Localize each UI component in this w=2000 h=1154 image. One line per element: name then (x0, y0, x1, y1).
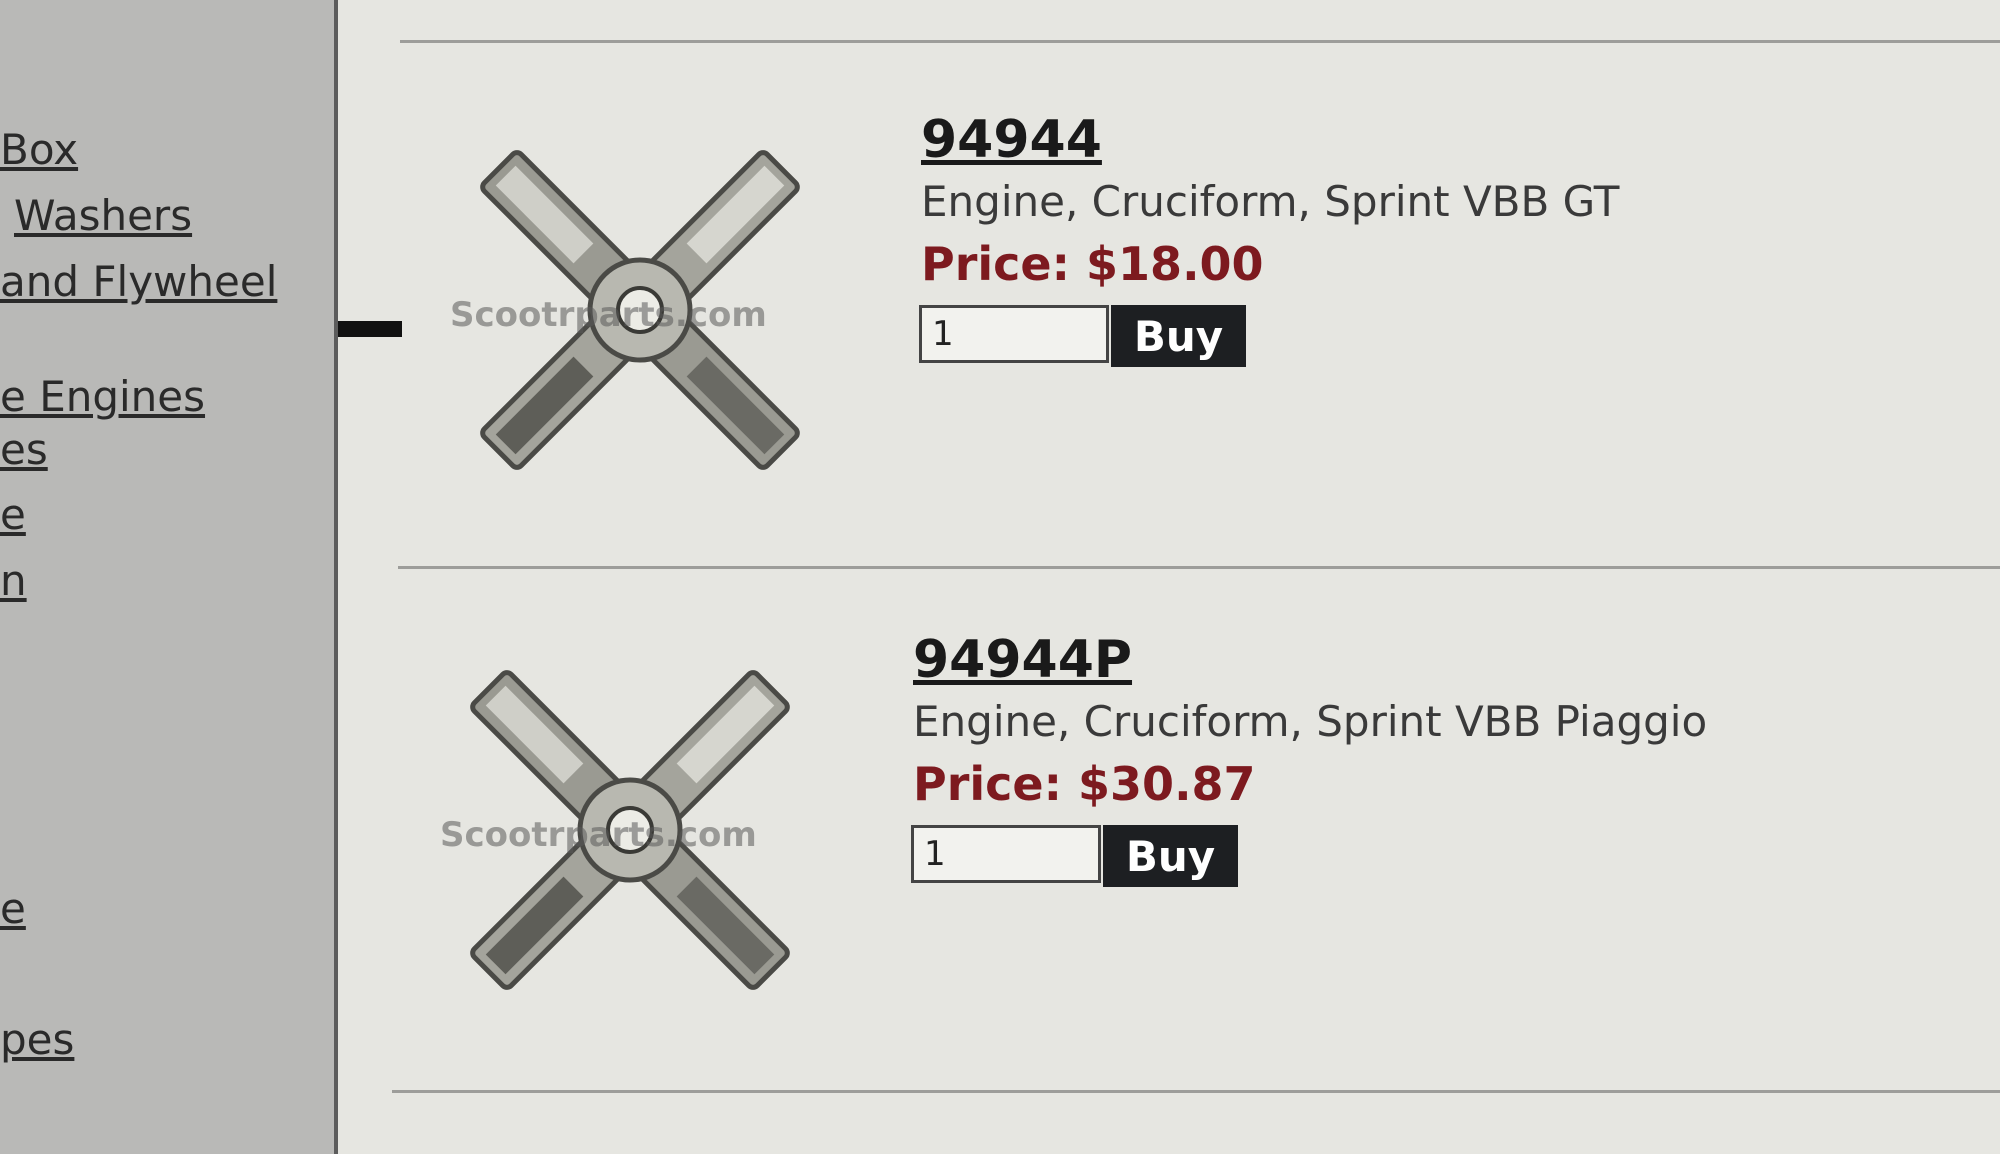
buy-button[interactable]: Buy (1103, 825, 1238, 887)
sidebar-link-box[interactable]: Box (0, 125, 78, 174)
sidebar-link-e2[interactable]: e (0, 884, 26, 933)
row-divider (398, 566, 2000, 569)
sidebar-link-flywheel[interactable]: and Flywheel (0, 257, 277, 306)
product-watermark: Scootrparts.com (450, 295, 767, 335)
row-divider (400, 40, 2000, 43)
row-divider (392, 1090, 2000, 1093)
product-image[interactable]: Scootrparts.com (420, 650, 840, 1010)
product-sku-link[interactable]: 94944 (921, 110, 1102, 170)
category-sidebar: Box Washers and Flywheel e Engines es e … (0, 0, 338, 1154)
buy-button[interactable]: Buy (1111, 305, 1246, 367)
product-description: Engine, Cruciform, Sprint VBB Piaggio (913, 697, 1708, 746)
sidebar-link-pes[interactable]: pes (0, 1015, 74, 1064)
sidebar-link-e[interactable]: e (0, 490, 26, 539)
sidebar-link-washers[interactable]: Washers (14, 191, 192, 240)
product-price: Price: $18.00 (921, 237, 1264, 291)
active-category-marker (338, 321, 402, 337)
product-image[interactable]: Scootrparts.com (430, 130, 850, 490)
quantity-input[interactable] (919, 305, 1109, 363)
product-watermark: Scootrparts.com (440, 815, 757, 855)
sidebar-link-n[interactable]: n (0, 556, 27, 605)
quantity-input[interactable] (911, 825, 1101, 883)
sidebar-link-es[interactable]: es (0, 425, 48, 474)
sidebar-link-engines[interactable]: e Engines (0, 372, 205, 421)
product-sku-link[interactable]: 94944P (913, 630, 1132, 690)
product-price: Price: $30.87 (913, 757, 1256, 811)
product-description: Engine, Cruciform, Sprint VBB GT (921, 177, 1620, 226)
